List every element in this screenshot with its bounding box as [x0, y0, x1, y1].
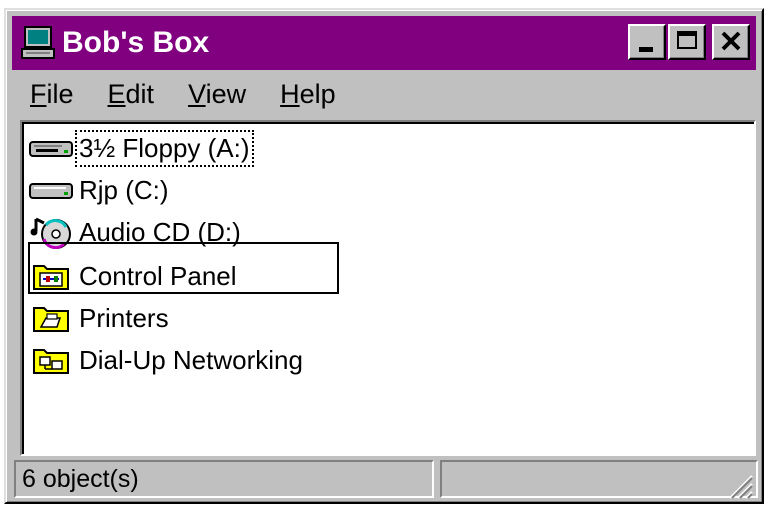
close-button[interactable]: [712, 24, 750, 60]
item-label: Printers: [79, 302, 169, 333]
floppy-drive-icon: [29, 141, 73, 157]
resize-grip-icon[interactable]: [724, 470, 754, 500]
menu-file[interactable]: File: [30, 79, 74, 110]
status-panel-count: 6 object(s): [14, 460, 434, 498]
list-item-dialup-networking[interactable]: Dial-Up Networking: [28, 340, 306, 380]
explorer-window: Bob's Box File Edit View Help 3½ Floppy …: [4, 8, 764, 504]
menu-help-mnemonic: H: [280, 78, 300, 109]
computer-icon: [21, 26, 55, 59]
title-bar[interactable]: Bob's Box: [12, 16, 756, 70]
printers-folder-icon: [33, 307, 69, 332]
maximize-icon: [677, 31, 697, 49]
maximize-button[interactable]: [668, 24, 706, 60]
menu-view-label: iew: [205, 78, 247, 109]
menu-edit-mnemonic: E: [107, 78, 126, 109]
menu-bar: File Edit View Help: [14, 70, 754, 118]
status-object-count: 6 object(s): [22, 464, 139, 493]
window-title: Bob's Box: [62, 26, 210, 59]
file-list-pane[interactable]: 3½ Floppy (A:) Rjp (C:) Audio CD (D:) Co…: [20, 120, 756, 456]
hard-drive-icon: [29, 183, 73, 199]
menu-view[interactable]: View: [188, 79, 246, 110]
menu-edit-label: dit: [125, 78, 155, 109]
item-label: Rjp (C:): [79, 174, 169, 205]
list-item-printers[interactable]: Printers: [28, 298, 172, 338]
menu-file-mnemonic: F: [30, 78, 47, 109]
close-icon: [721, 31, 741, 51]
minimize-icon: [639, 47, 653, 52]
item-label: Dial-Up Networking: [79, 344, 303, 375]
menu-edit[interactable]: Edit: [108, 79, 155, 110]
title-buttons: [626, 24, 750, 60]
menu-help-label: elp: [299, 78, 336, 109]
list-item-floppy-a[interactable]: 3½ Floppy (A:): [28, 128, 254, 168]
minimize-button[interactable]: [628, 24, 666, 60]
menu-help[interactable]: Help: [280, 79, 336, 110]
selection-highlight-box: [28, 242, 339, 294]
menu-view-mnemonic: V: [188, 78, 206, 109]
status-bar: 6 object(s): [14, 458, 758, 500]
menu-file-label: ile: [46, 78, 74, 109]
list-item-drive-c[interactable]: Rjp (C:): [28, 170, 172, 210]
item-label: 3½ Floppy (A:): [75, 129, 254, 167]
dialup-folder-icon: [33, 349, 69, 374]
status-panel-right: [440, 460, 758, 498]
